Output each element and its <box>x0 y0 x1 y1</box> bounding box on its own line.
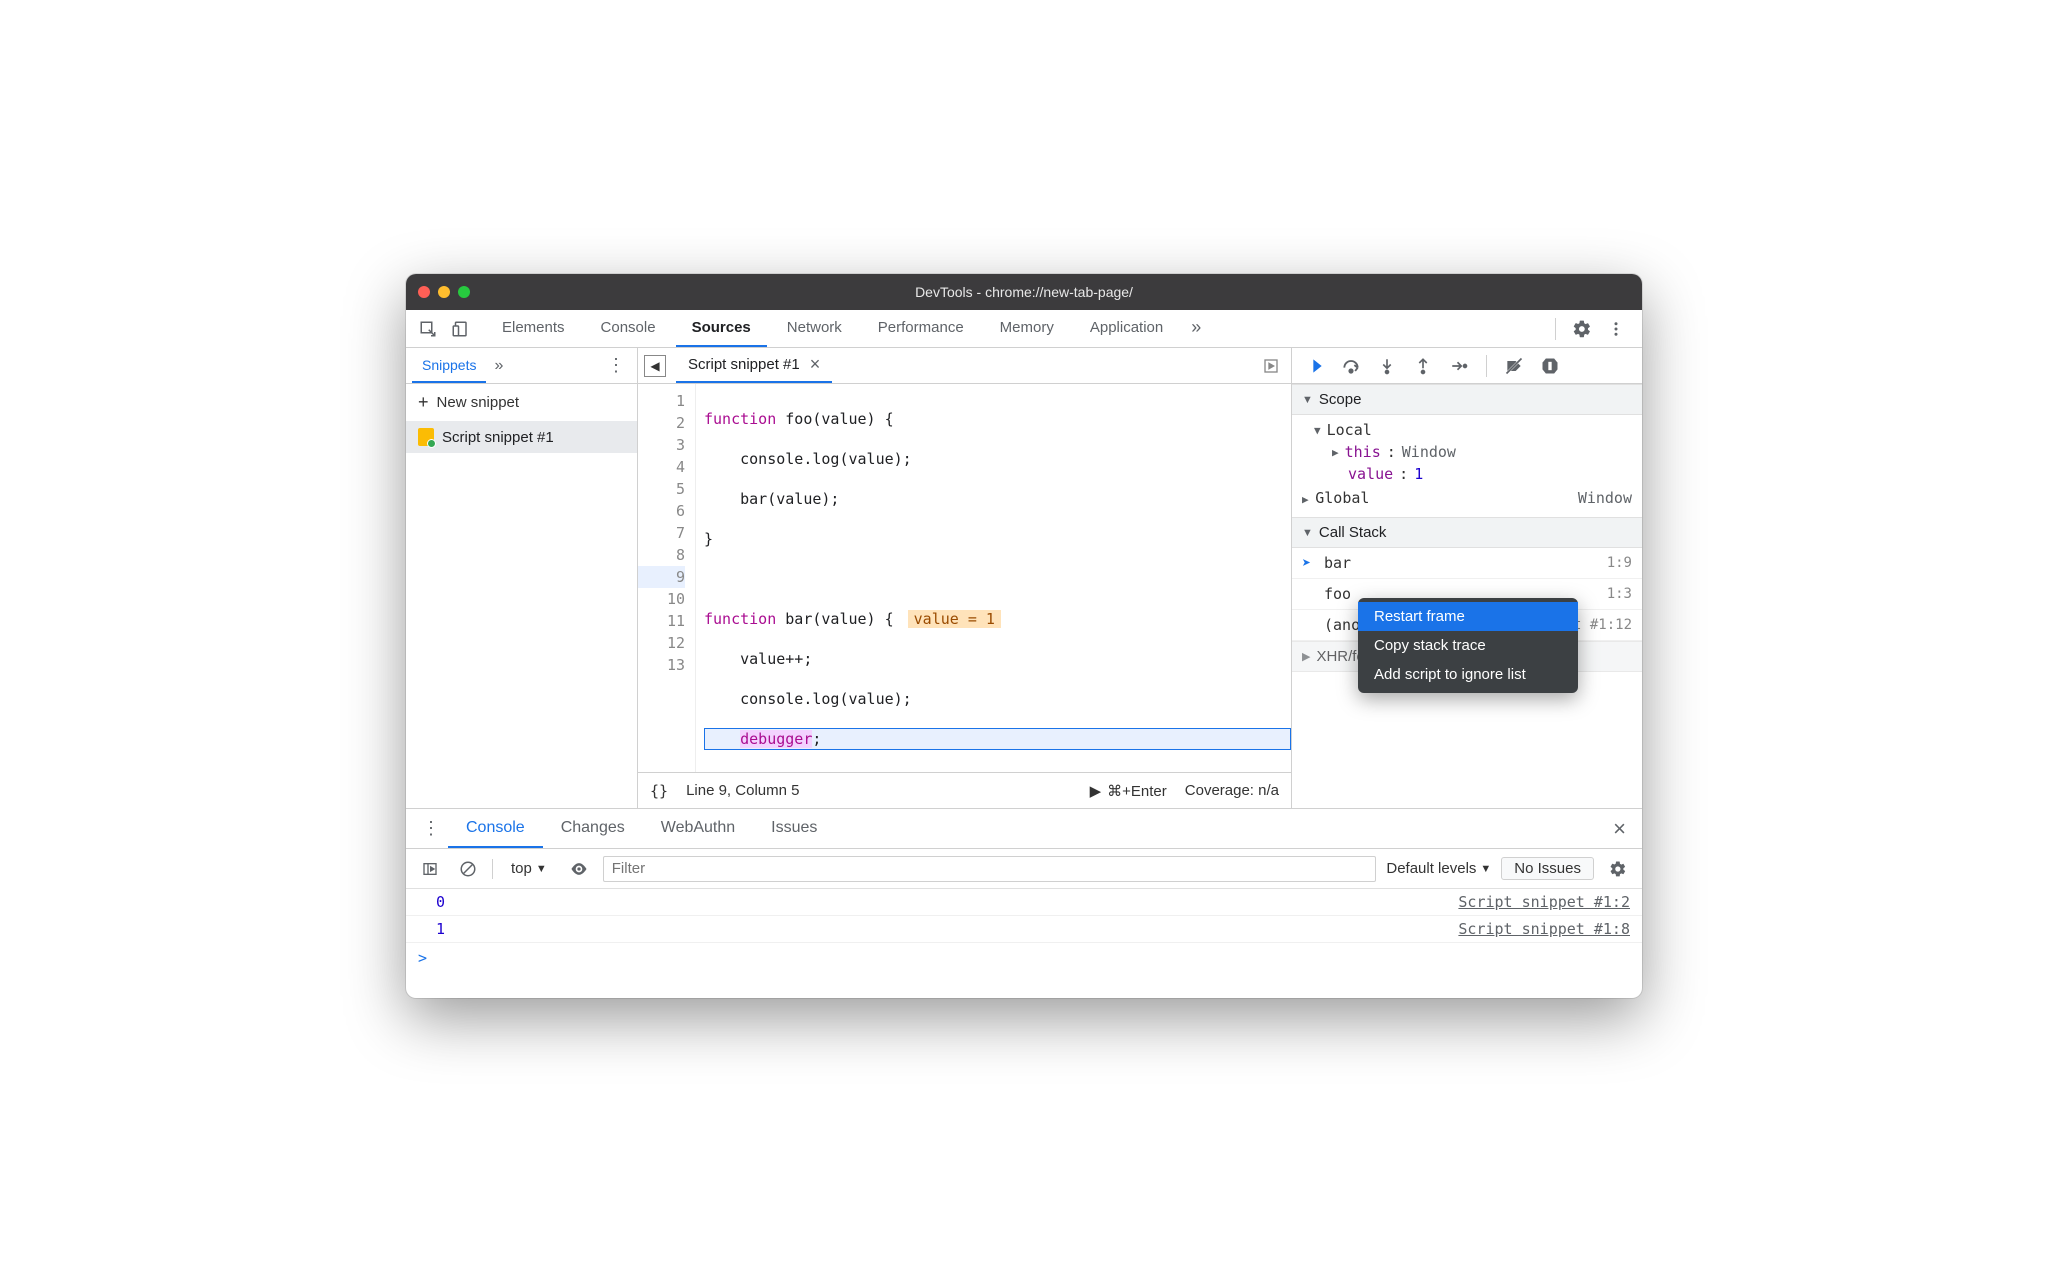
log-source-link[interactable]: Script snippet #1:8 <box>1458 920 1630 938</box>
maximize-window-button[interactable] <box>458 286 470 298</box>
console-log-row[interactable]: 0 Script snippet #1:2 <box>406 889 1642 916</box>
log-source-link[interactable]: Script snippet #1:2 <box>1458 893 1630 911</box>
scope-value[interactable]: value: 1 <box>1292 463 1642 485</box>
tab-elements[interactable]: Elements <box>486 310 581 347</box>
tab-application[interactable]: Application <box>1074 310 1179 347</box>
navigator-pane: Snippets » ⋮ + New snippet Script snippe… <box>406 348 638 808</box>
drawer-tab-webauthn[interactable]: WebAuthn <box>643 809 753 848</box>
drawer-kebab-icon[interactable]: ⋮ <box>414 809 448 848</box>
editor-pane: ◀ Script snippet #1 × 12345678910111213 … <box>638 348 1292 808</box>
device-toolbar-icon[interactable] <box>446 315 474 343</box>
current-frame-icon: ➤ <box>1302 554 1316 572</box>
inspect-element-icon[interactable] <box>414 315 442 343</box>
tab-console[interactable]: Console <box>585 310 672 347</box>
scope-this[interactable]: ▶this: Window <box>1292 441 1642 463</box>
drawer: ⋮ Console Changes WebAuthn Issues × top▼… <box>406 808 1642 998</box>
snippet-item[interactable]: Script snippet #1 <box>406 421 637 453</box>
drawer-tab-changes[interactable]: Changes <box>543 809 643 848</box>
more-vert-icon[interactable] <box>1602 315 1630 343</box>
scope-body: ▼Local ▶this: Window value: 1 ▶ Global W… <box>1292 415 1642 517</box>
debugger-toolbar <box>1292 348 1642 384</box>
cursor-position: Line 9, Column 5 <box>686 782 799 799</box>
line-gutter: 12345678910111213 <box>638 384 696 772</box>
editor-statusbar: {} Line 9, Column 5 ▶ ⌘+Enter Coverage: … <box>638 772 1291 808</box>
editor-tab-title: Script snippet #1 <box>688 356 800 373</box>
context-menu: Restart frame Copy stack trace Add scrip… <box>1358 598 1578 693</box>
navigator-tab-snippets[interactable]: Snippets <box>412 348 486 383</box>
tab-sources[interactable]: Sources <box>676 310 767 347</box>
new-snippet-button[interactable]: + New snippet <box>406 384 637 421</box>
devtools-window: DevTools - chrome://new-tab-page/ Elemen… <box>406 274 1642 998</box>
sources-body: Snippets » ⋮ + New snippet Script snippe… <box>406 348 1642 808</box>
console-filter-input[interactable] <box>603 856 1377 882</box>
step-into-button[interactable] <box>1372 351 1402 381</box>
scope-global[interactable]: ▶ Global Window <box>1292 485 1642 511</box>
collapse-icon: ▼ <box>1302 394 1313 406</box>
coverage-status: Coverage: n/a <box>1185 782 1279 799</box>
main-tab-strip: Elements Console Sources Network Perform… <box>406 310 1642 348</box>
execution-context-select[interactable]: top▼ <box>503 858 555 879</box>
snippet-file-icon <box>418 428 434 446</box>
tab-network[interactable]: Network <box>771 310 858 347</box>
plus-icon: + <box>418 392 429 413</box>
step-button[interactable] <box>1444 351 1474 381</box>
tab-memory[interactable]: Memory <box>984 310 1070 347</box>
traffic-lights <box>418 286 470 298</box>
log-value: 0 <box>436 893 445 911</box>
code-content[interactable]: function foo(value) { console.log(value)… <box>696 384 1291 772</box>
log-value: 1 <box>436 920 445 938</box>
clear-console-icon[interactable] <box>454 855 482 883</box>
scope-local[interactable]: ▼Local <box>1292 419 1642 441</box>
navigator-tabbar: Snippets » ⋮ <box>406 348 637 384</box>
editor-tab-close-icon[interactable]: × <box>810 354 821 375</box>
new-snippet-label: New snippet <box>437 394 520 411</box>
drawer-close-icon[interactable]: × <box>1605 809 1634 848</box>
console-body: 0 Script snippet #1:2 1 Script snippet #… <box>406 889 1642 998</box>
navigator-more-icon[interactable]: » <box>494 357 503 375</box>
minimize-window-button[interactable] <box>438 286 450 298</box>
debugger-pane: ▼ Scope ▼Local ▶this: Window value: 1 ▶ … <box>1292 348 1642 808</box>
scope-section-header[interactable]: ▼ Scope <box>1292 384 1642 415</box>
log-levels-select[interactable]: Default levels▼ <box>1386 860 1491 877</box>
step-out-button[interactable] <box>1408 351 1438 381</box>
close-window-button[interactable] <box>418 286 430 298</box>
settings-gear-icon[interactable] <box>1568 315 1596 343</box>
pause-exceptions-button[interactable] <box>1535 351 1565 381</box>
run-snippet-hint[interactable]: ▶ ⌘+Enter <box>1090 782 1167 800</box>
console-log-row[interactable]: 1 Script snippet #1:8 <box>406 916 1642 943</box>
editor-tab[interactable]: Script snippet #1 × <box>676 348 832 383</box>
snippet-item-label: Script snippet #1 <box>442 429 554 446</box>
step-over-button[interactable] <box>1336 351 1366 381</box>
titlebar: DevTools - chrome://new-tab-page/ <box>406 274 1642 310</box>
window-title: DevTools - chrome://new-tab-page/ <box>406 284 1642 300</box>
drawer-tab-console[interactable]: Console <box>448 809 543 848</box>
resume-button[interactable] <box>1300 351 1330 381</box>
issues-pill[interactable]: No Issues <box>1501 857 1594 880</box>
tab-performance[interactable]: Performance <box>862 310 980 347</box>
callstack-frame[interactable]: ➤bar 1:9 <box>1292 548 1642 579</box>
navigator-kebab-icon[interactable]: ⋮ <box>601 355 631 376</box>
play-icon: ▶ <box>1090 782 1102 800</box>
ctx-add-ignore-list[interactable]: Add script to ignore list <box>1358 660 1578 689</box>
console-prompt[interactable]: > <box>406 943 1642 973</box>
console-settings-gear-icon[interactable] <box>1604 855 1632 883</box>
drawer-tab-issues[interactable]: Issues <box>753 809 835 848</box>
live-expression-icon[interactable] <box>565 855 593 883</box>
console-toolbar: top▼ Default levels▼ No Issues <box>406 849 1642 889</box>
callstack-section-header[interactable]: ▼ Call Stack <box>1292 517 1642 548</box>
toggle-navigator-icon[interactable]: ◀ <box>644 355 666 377</box>
console-sidebar-icon[interactable] <box>416 855 444 883</box>
run-to-cursor-icon[interactable] <box>1257 352 1285 380</box>
ctx-restart-frame[interactable]: Restart frame <box>1358 602 1578 631</box>
inline-value-badge: value = 1 <box>908 610 1001 628</box>
drawer-tabstrip: ⋮ Console Changes WebAuthn Issues × <box>406 809 1642 849</box>
pretty-print-icon[interactable]: {} <box>650 782 668 800</box>
ctx-copy-stack-trace[interactable]: Copy stack trace <box>1358 631 1578 660</box>
more-tabs-chevron-icon[interactable]: » <box>1183 310 1209 347</box>
deactivate-breakpoints-button[interactable] <box>1499 351 1529 381</box>
editor-tabbar: ◀ Script snippet #1 × <box>638 348 1291 384</box>
code-area[interactable]: 12345678910111213 function foo(value) { … <box>638 384 1291 772</box>
